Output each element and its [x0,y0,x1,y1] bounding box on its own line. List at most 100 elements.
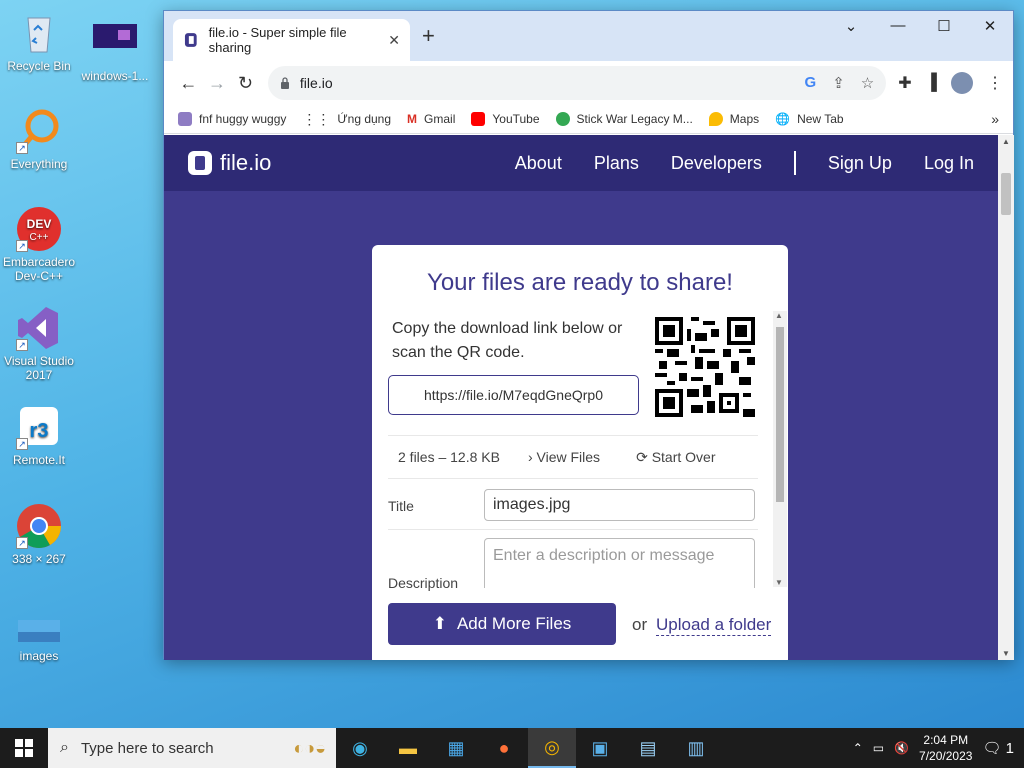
page-scrollbar[interactable]: ▲ ▼ [998,135,1014,660]
taskbar-chrome[interactable]: ◎ [528,728,576,768]
volume-muted-icon[interactable]: 🔇 [894,741,909,755]
svg-text:DEV: DEV [27,217,52,231]
photos-icon: ▣ [591,737,609,758]
taskbar-file-explorer[interactable]: ▬ [384,728,432,768]
card-heading: Your files are ready to share! [427,269,733,296]
network-icon[interactable]: ▭ [873,741,884,755]
scrollbar-thumb[interactable] [1001,173,1011,215]
new-tab-button[interactable]: + [422,23,435,49]
reload-button[interactable]: ↻ [231,73,260,94]
forward-button[interactable]: → [203,73,232,94]
visual-studio-icon: ↗ [16,305,62,351]
taskbar: ⌕ Type here to search ◐◑◒ ◉ ▬ ▦ ● ◎ ▣ ▤ … [0,728,1024,768]
bookmarks-overflow-icon[interactable]: » [991,111,999,127]
desktop-icon-label: images [19,649,59,663]
desktop-icon-devcpp[interactable]: DEV C++ ↗ Embarcadero Dev-C++ [1,206,77,283]
taskbar-remoteit[interactable]: ▤ [624,728,672,768]
chevron-up-icon[interactable]: ⌃ [853,741,863,755]
scrollbar-thumb[interactable] [776,327,784,502]
upload-folder-link[interactable]: Upload a folder [656,615,772,636]
bookmarks-bar: fnf huggy wuggy ⋮⋮ Ứng dụng M Gmail YouTub… [164,105,1013,134]
description-label: Description [388,575,459,591]
taskbar-firefox[interactable]: ● [480,728,528,768]
scroll-up-icon[interactable]: ▲ [775,311,783,320]
desktop-icon-label: Everything [10,157,68,171]
fileio-logo-icon [188,151,212,175]
side-panel-icon[interactable]: ▐ [926,74,937,92]
extensions-icon[interactable]: ✚ [898,73,911,93]
share-icon[interactable]: ⇪ [832,74,845,92]
desktop-icon-windows-image[interactable]: windows-1... [77,20,153,83]
system-tray: ⌃ ▭ 🔇 2:04 PM 7/20/2023 🗨 1 [853,732,1024,764]
close-window-button[interactable]: ✕ [967,17,1013,35]
nav-divider [793,151,796,175]
scroll-down-icon[interactable]: ▼ [775,578,783,587]
tab-title: file.io - Super simple file sharing [208,25,347,55]
tab-close-icon[interactable]: ✕ [388,32,400,49]
bookmark-item[interactable]: 🌐 New Tab [775,112,843,126]
site-nav: file.io About Plans Developers Sign Up L… [164,135,998,191]
folder-icon: ▬ [399,737,417,758]
chrome-icon: ↗ [16,503,62,549]
title-bar: file.io - Super simple file sharing ✕ + … [164,11,1013,61]
desktop-icon-chrome-shortcut[interactable]: ↗ 338 × 267 [1,503,77,566]
bookmark-star-icon[interactable]: ☆ [861,74,874,92]
image-file-icon [92,20,138,66]
bookmark-item[interactable]: ⋮⋮ Ứng dụng [302,111,391,128]
logo-text: file.io [220,150,272,175]
page-content: file.io About Plans Developers Sign Up L… [164,135,998,660]
qr-code [655,317,755,417]
nav-log-in[interactable]: Log In [924,153,974,174]
nav-developers[interactable]: Developers [671,153,762,174]
start-over-button[interactable]: ⟳ Start Over [636,449,715,466]
title-input[interactable]: images.jpg [484,489,755,521]
view-files-button[interactable]: › View Files [528,449,600,465]
taskbar-store[interactable]: ▦ [432,728,480,768]
desktop-icon-label: Embarcadero Dev-C++ [2,255,76,283]
desktop-icon-label: Recycle Bin [7,59,71,73]
scroll-up-icon[interactable]: ▲ [1002,137,1010,146]
file-summary: 2 files – 12.8 KB [398,449,500,465]
taskbar-photos[interactable]: ▣ [576,728,624,768]
bookmark-item[interactable]: Maps [708,112,759,126]
maximize-button[interactable]: ☐ [921,17,967,35]
google-icon[interactable]: G [805,74,817,92]
search-highlight-icon: ◐◑◒ [293,737,326,758]
add-more-files-button[interactable]: ⬆ Add More Files [388,603,616,645]
start-button[interactable] [0,728,48,768]
desktop-icon-everything[interactable]: ↗ Everything [1,108,77,171]
taskbar-search[interactable]: ⌕ Type here to search ◐◑◒ [48,728,336,768]
site-logo[interactable]: file.io [188,150,271,176]
notification-icon[interactable]: 🗨 1 [982,739,1014,757]
bookmark-item[interactable]: Stick War Legacy M... [555,112,693,126]
chevron-right-icon: › [527,449,533,465]
desktop-icon-visual-studio[interactable]: ↗ Visual Studio 2017 [1,305,77,382]
nav-sign-up[interactable]: Sign Up [828,153,892,174]
tab-search-icon[interactable]: ⌄ [828,17,874,35]
share-card: Your files are ready to share! Copy the … [372,245,788,660]
clock[interactable]: 2:04 PM 7/20/2023 [919,732,972,764]
minimize-button[interactable]: — [875,17,921,34]
download-link-field[interactable]: https://file.io/M7eqdGneQrp0 [388,375,639,415]
taskbar-control-panel[interactable]: ▥ [672,728,720,768]
bookmark-item[interactable]: YouTube [471,112,540,126]
title-label: Title [388,498,414,514]
address-bar[interactable]: file.io G ⇪ ☆ [267,66,887,100]
bookmark-item[interactable]: fnf huggy wuggy [178,112,286,126]
desktop-icon-remoteit[interactable]: r3 ↗ Remote.It [1,404,77,467]
scroll-down-icon[interactable]: ▼ [1002,649,1010,658]
bookmark-item[interactable]: M Gmail [407,112,455,126]
menu-icon[interactable]: ⋮ [987,73,1003,93]
desktop-icon-images[interactable]: images [1,612,77,663]
search-icon: ⌕ [60,739,69,756]
nav-plans[interactable]: Plans [594,153,639,174]
description-textarea[interactable]: Enter a description or message [484,538,755,588]
taskbar-edge[interactable]: ◉ [336,728,384,768]
nav-about[interactable]: About [515,153,562,174]
browser-tab[interactable]: file.io - Super simple file sharing ✕ [173,19,410,61]
profile-avatar[interactable] [951,72,973,94]
desktop-icon-recycle-bin[interactable]: Recycle Bin [1,10,77,73]
card-scrollbar[interactable]: ▲ ▼ [773,311,787,587]
back-button[interactable]: ← [174,73,203,94]
store-icon: ▦ [447,737,465,758]
